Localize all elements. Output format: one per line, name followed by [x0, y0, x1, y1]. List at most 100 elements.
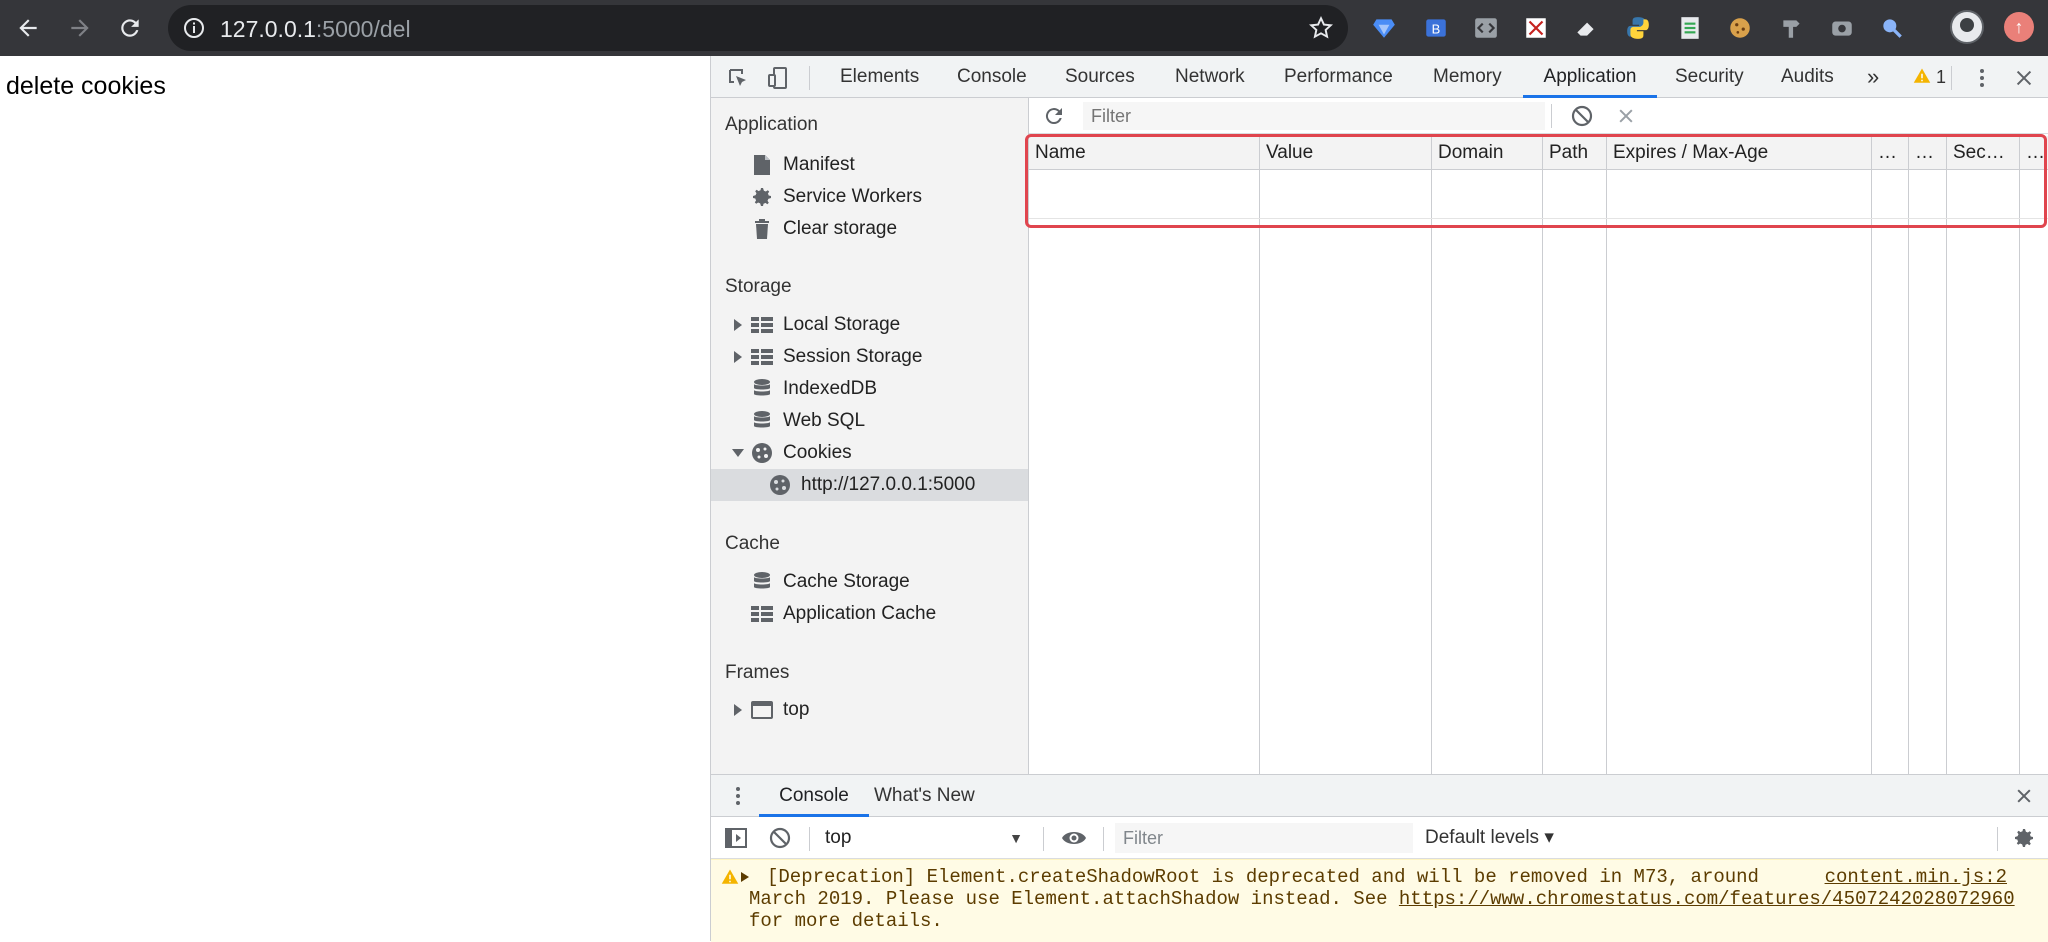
- more-tabs-button[interactable]: »: [1867, 56, 1879, 98]
- database-icon: [749, 569, 775, 595]
- warning-count: 1: [1936, 67, 1947, 87]
- section-title-cache: Cache: [725, 533, 780, 554]
- live-expression-eye-icon[interactable]: [1061, 825, 1087, 851]
- sidebar-item-application-cache[interactable]: Application Cache: [711, 598, 1028, 630]
- section-title-frames: Frames: [725, 662, 790, 683]
- toolbar-separator: [1043, 827, 1044, 851]
- warning-message-line1: [Deprecation] Element.createShadowRoot i…: [767, 866, 1759, 888]
- column-divider: [2019, 136, 2020, 774]
- sidebar-item-web-sql[interactable]: Web SQL: [711, 405, 1028, 437]
- extension-camera-icon[interactable]: [1826, 12, 1858, 44]
- extension-scissors-icon[interactable]: [1520, 12, 1552, 44]
- expand-message-arrow-icon[interactable]: [741, 872, 749, 882]
- sidebar-item-cookies[interactable]: Cookies: [711, 437, 1028, 469]
- sidebar-item-indexeddb[interactable]: IndexedDB: [711, 373, 1028, 405]
- message-source-link[interactable]: content.min.js:2: [1825, 866, 2007, 888]
- sidebar-item-session-storage[interactable]: Session Storage: [711, 341, 1028, 373]
- cookie-icon: [767, 472, 793, 498]
- extension-python-icon[interactable]: [1622, 12, 1654, 44]
- reload-icon: [121, 19, 139, 37]
- show-sidebar-icon[interactable]: [723, 825, 749, 851]
- warning-counter[interactable]: 1: [1913, 56, 1946, 98]
- console-warning-message: [Deprecation] Element.createShadowRoot i…: [711, 859, 2048, 942]
- sidebar-item-service-workers[interactable]: Service Workers: [711, 181, 1028, 213]
- log-levels-dropdown[interactable]: Default levels ▾: [1425, 823, 1554, 853]
- sidebar-item-label: Service Workers: [783, 186, 923, 207]
- tab-console[interactable]: Console: [957, 56, 1027, 98]
- warning-triangle-icon: [1913, 68, 1931, 83]
- url-host: 127.0.0.1: [220, 16, 316, 42]
- extension-hammer-icon[interactable]: [1776, 12, 1808, 44]
- column-divider: [1259, 136, 1260, 774]
- tab-memory[interactable]: Memory: [1433, 56, 1502, 98]
- database-icon: [749, 408, 775, 434]
- column-divider: [1946, 136, 1947, 774]
- update-arrow-icon[interactable]: ↑: [2004, 12, 2034, 42]
- extension-b-icon[interactable]: B: [1420, 12, 1452, 44]
- tab-elements[interactable]: Elements: [840, 56, 919, 98]
- warning-message-body: March 2019. Please use Element.attachSha…: [749, 888, 2019, 932]
- frame-window-icon: [749, 697, 775, 723]
- url-path: :5000/del: [315, 16, 411, 42]
- close-drawer-icon[interactable]: [2011, 783, 2037, 809]
- table-grid-icon: [749, 344, 775, 370]
- extension-sheet-icon[interactable]: [1674, 12, 1706, 44]
- tab-network[interactable]: Network: [1175, 56, 1245, 98]
- extension-search-icon[interactable]: [1876, 12, 1908, 44]
- expand-arrow-icon[interactable]: [731, 703, 745, 717]
- sidebar-item-label: Clear storage: [783, 218, 898, 239]
- profile-avatar[interactable]: [1950, 10, 1984, 44]
- kebab-menu-icon[interactable]: [1969, 65, 1995, 91]
- collapse-arrow-icon[interactable]: [731, 446, 745, 460]
- context-selector[interactable]: top ▼: [825, 823, 1023, 853]
- console-settings-gear-icon[interactable]: [2011, 825, 2037, 851]
- refresh-icon[interactable]: [1041, 103, 1067, 129]
- drawer-tab-console[interactable]: Console: [759, 775, 869, 817]
- back-button[interactable]: [8, 8, 48, 48]
- url-text: 127.0.0.1:5000/del: [220, 16, 411, 43]
- application-sidebar: Application Manifest Service Workers Cle…: [711, 98, 1029, 774]
- address-bar[interactable]: 127.0.0.1:5000/del: [168, 5, 1348, 51]
- tab-separator: [1951, 66, 1952, 90]
- sidebar-item-cache-storage[interactable]: Cache Storage: [711, 566, 1028, 598]
- inspect-element-icon[interactable]: [725, 65, 751, 91]
- tab-sources[interactable]: Sources: [1065, 56, 1135, 98]
- extension-gem-icon[interactable]: [1368, 12, 1400, 44]
- reload-button[interactable]: [110, 8, 150, 48]
- sidebar-item-cookie-origin[interactable]: http://127.0.0.1:5000: [711, 469, 1028, 501]
- sidebar-item-manifest[interactable]: Manifest: [711, 149, 1028, 181]
- warning-message-suffix: for more details.: [749, 910, 943, 932]
- expand-arrow-icon[interactable]: [731, 318, 745, 332]
- console-filter-input[interactable]: Filter: [1115, 823, 1413, 853]
- sidebar-item-local-storage[interactable]: Local Storage: [711, 309, 1028, 341]
- extension-cookie-icon[interactable]: [1724, 12, 1756, 44]
- site-info-icon[interactable]: [182, 16, 206, 40]
- expand-arrow-icon[interactable]: [731, 350, 745, 364]
- sidebar-item-frame-top[interactable]: top: [711, 694, 1028, 726]
- sidebar-item-clear-storage[interactable]: Clear storage: [711, 213, 1028, 245]
- cookies-filter-input[interactable]: [1083, 102, 1545, 130]
- delete-selected-icon[interactable]: [1613, 103, 1639, 129]
- clear-all-icon[interactable]: [1569, 103, 1595, 129]
- tab-application[interactable]: Application: [1523, 56, 1657, 98]
- tab-performance[interactable]: Performance: [1284, 56, 1393, 98]
- sidebar-item-label: Session Storage: [783, 346, 923, 367]
- tab-security[interactable]: Security: [1675, 56, 1744, 98]
- extension-eraser-icon[interactable]: [1570, 12, 1602, 44]
- device-toolbar-icon[interactable]: [765, 65, 791, 91]
- context-value: top: [825, 827, 852, 848]
- sidebar-item-label: top: [783, 699, 810, 720]
- drawer-tab-whats-new[interactable]: What's New: [874, 775, 975, 817]
- sidebar-item-label: Cache Storage: [783, 571, 910, 592]
- clear-console-icon[interactable]: [767, 825, 793, 851]
- close-devtools-icon[interactable]: [2011, 65, 2037, 91]
- sidebar-item-label: Web SQL: [783, 410, 866, 431]
- extension-code-icon[interactable]: [1470, 12, 1502, 44]
- page-body-text: delete cookies: [6, 72, 166, 100]
- bookmark-star-icon[interactable]: [1308, 15, 1334, 41]
- drawer-menu-icon[interactable]: [725, 783, 751, 809]
- tab-audits[interactable]: Audits: [1781, 56, 1834, 98]
- forward-arrow-icon: [71, 19, 89, 37]
- forward-button[interactable]: [60, 8, 100, 48]
- chromestatus-link[interactable]: https://www.chromestatus.com/features/45…: [1399, 888, 2015, 910]
